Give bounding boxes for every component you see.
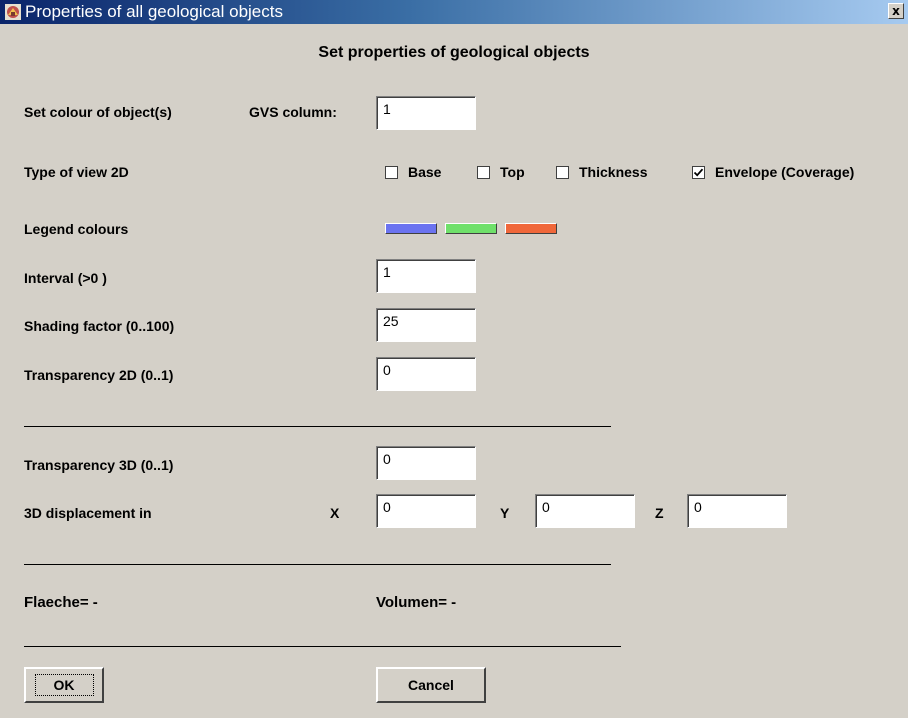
thickness-checkbox[interactable] <box>556 166 569 179</box>
z-axis-label: Z <box>655 505 664 521</box>
legend-colours-label: Legend colours <box>24 221 129 237</box>
transparency-2d-field[interactable]: 0 <box>376 357 476 391</box>
base-option-label: Base <box>408 164 442 180</box>
shading-field[interactable]: 25 <box>376 308 476 342</box>
top-option-label: Top <box>500 164 525 180</box>
cancel-button-label: Cancel <box>408 677 454 693</box>
flaeche-text: Flaeche= - <box>24 594 98 611</box>
interval-field[interactable]: 1 <box>376 259 476 293</box>
base-checkbox[interactable] <box>385 166 398 179</box>
app-window-icon <box>5 4 21 20</box>
envelope-option-label: Envelope (Coverage) <box>715 164 855 180</box>
ok-button[interactable]: OK <box>24 667 104 703</box>
x-axis-label: X <box>330 505 340 521</box>
transparency-2d-label: Transparency 2D (0..1) <box>24 367 174 383</box>
x-displacement-field[interactable]: 0 <box>376 494 476 528</box>
transparency-3d-label: Transparency 3D (0..1) <box>24 457 174 473</box>
shading-label: Shading factor (0..100) <box>24 318 175 334</box>
close-button[interactable]: x <box>888 3 904 19</box>
y-displacement-field[interactable]: 0 <box>535 494 635 528</box>
y-axis-label: Y <box>500 505 510 521</box>
legend-swatch-green[interactable] <box>445 223 497 234</box>
title-bar: Properties of all geological objects x <box>0 0 908 24</box>
gvs-column-field[interactable]: 1 <box>376 96 476 130</box>
displacement-label: 3D displacement in <box>24 505 152 521</box>
set-colour-label: Set colour of object(s) <box>24 104 172 120</box>
cancel-button[interactable]: Cancel <box>376 667 486 703</box>
interval-label: Interval (>0 ) <box>24 270 107 286</box>
volumen-text: Volumen= - <box>376 594 457 611</box>
separator-3 <box>24 646 621 647</box>
gvs-column-label: GVS column: <box>249 104 337 120</box>
transparency-3d-field[interactable]: 0 <box>376 446 476 480</box>
separator-1 <box>24 426 611 427</box>
dialog-heading: Set properties of geological objects <box>318 44 590 61</box>
ok-button-label: OK <box>34 674 94 696</box>
separator-2 <box>24 564 611 565</box>
checkmark-icon <box>693 168 704 177</box>
envelope-checkbox[interactable] <box>692 166 705 179</box>
legend-swatch-red[interactable] <box>505 223 557 234</box>
legend-swatch-blue[interactable] <box>385 223 437 234</box>
close-icon: x <box>892 4 900 18</box>
window-title: Properties of all geological objects <box>25 2 283 21</box>
top-checkbox[interactable] <box>477 166 490 179</box>
thickness-option-label: Thickness <box>579 164 648 180</box>
z-displacement-field[interactable]: 0 <box>687 494 787 528</box>
view-type-label: Type of view 2D <box>24 164 129 180</box>
